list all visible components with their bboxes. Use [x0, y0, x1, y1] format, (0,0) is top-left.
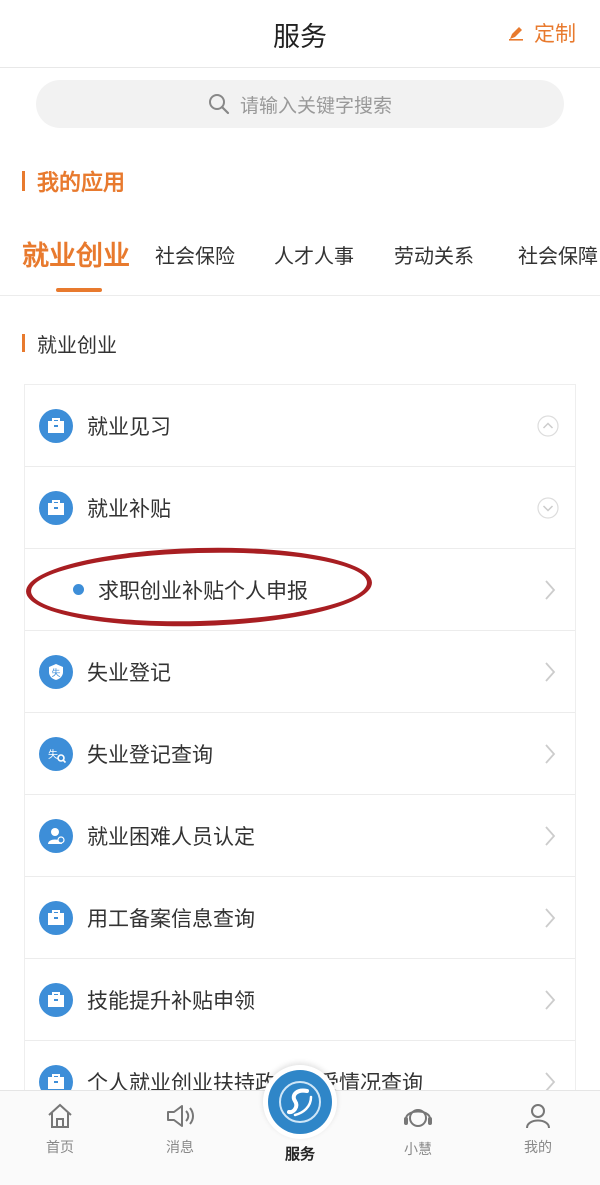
tabbar-home[interactable]: 首页 [20, 1101, 100, 1157]
list-item-label: 失业登记查询 [87, 742, 213, 767]
tabbar-label: 消息 [166, 1140, 194, 1156]
list-item-label: 就业补贴 [87, 496, 171, 521]
tabbar-label: 我的 [524, 1140, 552, 1156]
briefcase-icon [39, 408, 73, 443]
headset-icon [404, 1109, 432, 1127]
search-icon [208, 94, 230, 115]
active-tab-indicator [56, 288, 102, 292]
tabbar-profile[interactable]: 我的 [498, 1101, 578, 1157]
list-item-label: 用工备案信息查询 [87, 906, 255, 931]
tabbar-services[interactable]: 服务 [260, 1143, 340, 1164]
edit-icon [509, 27, 523, 41]
unemployment-search-icon: 失 [39, 736, 73, 771]
list-item-subsidy[interactable]: 就业补贴 [25, 467, 575, 549]
my-apps-title: 我的应用 [37, 171, 126, 196]
service-list: 就业见习 就业补贴 求职创业补贴个人申报 失 失业登记 失 失业登记查询 就业困… [24, 384, 576, 1090]
chevron-up-circle-icon [537, 415, 559, 437]
bullet-dot [73, 584, 84, 595]
list-item-unemployment-query[interactable]: 失 失业登记查询 [25, 713, 575, 795]
speaker-icon [167, 1105, 194, 1127]
list-item-label: 失业登记 [87, 660, 171, 685]
list-item-label: 求职创业补贴个人申报 [98, 578, 308, 603]
chevron-right-icon [545, 990, 556, 1010]
search-input[interactable]: 请输入关键字搜索 [36, 80, 564, 128]
list-item-job-subsidy-application[interactable]: 求职创业补贴个人申报 [25, 549, 575, 631]
tab-talent-personnel[interactable]: 人才人事 [274, 240, 354, 269]
service-center-button[interactable] [263, 1065, 337, 1139]
list-item-unemployment-registration[interactable]: 失 失业登记 [25, 631, 575, 713]
user-icon [526, 1104, 550, 1129]
search-placeholder: 请输入关键字搜索 [239, 94, 392, 117]
unemployment-shield-icon: 失 [39, 654, 73, 689]
briefcase-icon [39, 490, 73, 525]
list-item-label: 就业困难人员认定 [87, 824, 255, 849]
section-title: 就业创业 [37, 332, 117, 357]
svg-text:失: 失 [51, 667, 60, 679]
tab-social-insurance[interactable]: 社会保险 [155, 240, 235, 269]
my-apps-heading: 我的应用 [22, 166, 125, 196]
chevron-right-icon [545, 580, 556, 600]
top-nav-bar: 服务 定制 [0, 0, 600, 68]
briefcase-icon [39, 982, 73, 1017]
list-item-label: 技能提升补贴申领 [87, 988, 255, 1013]
tabbar-messages[interactable]: 消息 [140, 1101, 220, 1157]
accent-bar [22, 171, 25, 191]
person-icon [39, 818, 73, 853]
tab-employment[interactable]: 就业创业 [22, 234, 130, 273]
chevron-right-icon [545, 826, 556, 846]
briefcase-icon [39, 1064, 73, 1090]
tabbar-label: 服务 [284, 1145, 315, 1163]
home-icon [48, 1103, 72, 1128]
list-item-internship[interactable]: 就业见习 [25, 385, 575, 467]
tabbar-assistant[interactable]: 小慧 [378, 1101, 458, 1159]
svg-text:失: 失 [48, 748, 58, 761]
list-item-hardship-identification[interactable]: 就业困难人员认定 [25, 795, 575, 877]
section-heading: 就业创业 [22, 328, 117, 358]
list-item-label: 就业见习 [87, 414, 171, 439]
customize-label: 定制 [534, 22, 576, 46]
chevron-right-icon [545, 662, 556, 682]
tabbar-label: 小慧 [404, 1142, 432, 1158]
briefcase-icon [39, 900, 73, 935]
chevron-down-circle-icon [537, 497, 559, 519]
category-tabs: 就业创业 社会保险 人才人事 劳动关系 社会保障 [0, 226, 600, 296]
accent-bar [22, 334, 25, 352]
tab-social-security[interactable]: 社会保障 [518, 240, 598, 269]
service-logo-icon [268, 1070, 332, 1134]
chevron-right-icon [545, 908, 556, 928]
list-item-skill-subsidy[interactable]: 技能提升补贴申领 [25, 959, 575, 1041]
tabbar-label: 首页 [46, 1140, 74, 1156]
bottom-tab-bar: 首页 消息 服务 小慧 我的 [0, 1065, 600, 1185]
list-item-employment-record-query[interactable]: 用工备案信息查询 [25, 877, 575, 959]
customize-button[interactable]: 定制 [508, 18, 576, 48]
chevron-right-icon [545, 1072, 556, 1090]
tab-labor-relations[interactable]: 劳动关系 [394, 240, 474, 269]
chevron-right-icon [545, 744, 556, 764]
list-item-label: 个人就业创业扶持政策享受情况查询 [87, 1070, 423, 1091]
